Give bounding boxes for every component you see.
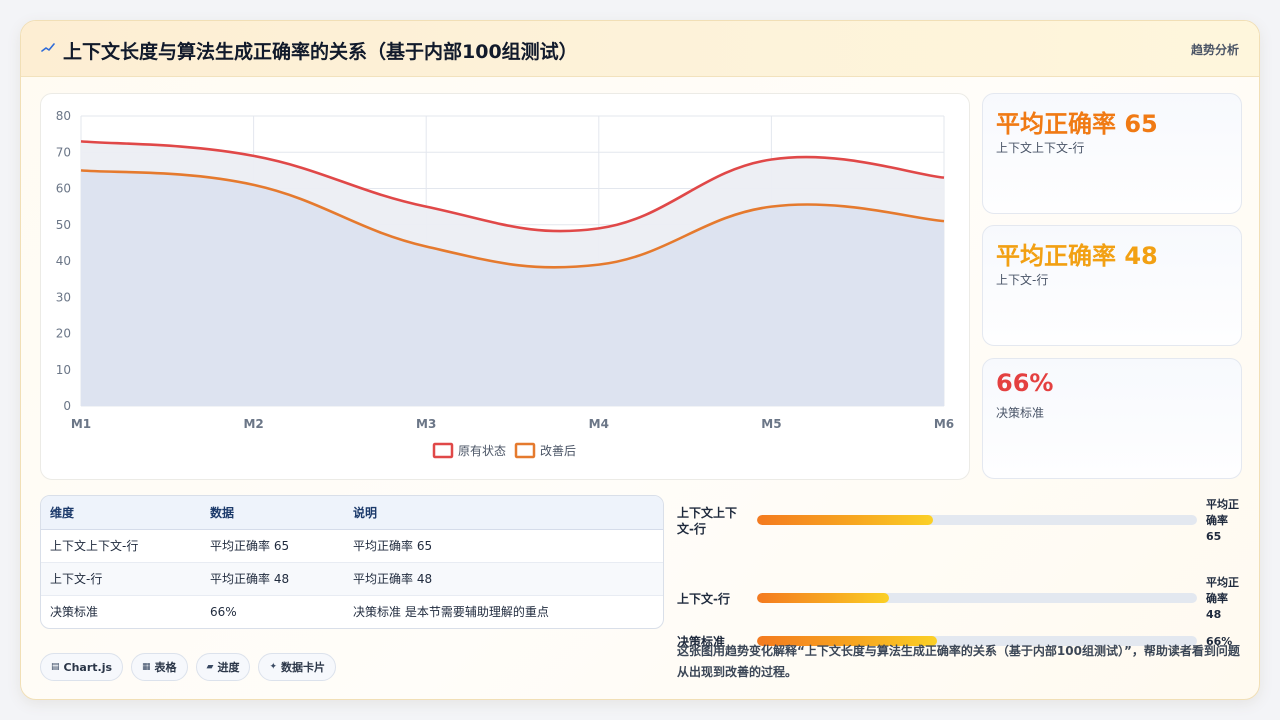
y-tick-label: 10	[56, 363, 71, 377]
trend-analysis-tag[interactable]: 趋势分析	[1191, 41, 1239, 58]
table-cell: 66%	[210, 604, 237, 619]
stat-card-1: 平均正确率 65 上下文上下文-行	[982, 93, 1242, 214]
x-tick-label: M3	[416, 417, 436, 431]
chip-data-card[interactable]: ✦ 数据卡片	[258, 653, 337, 681]
page-title: 上下文长度与算法生成正确率的关系（基于内部100组测试）	[63, 41, 578, 63]
data-table: 维度 数据 说明 上下文上下文-行 平均正确率 65 平均正确率 65 上下文-…	[41, 496, 663, 628]
chip-label: 表格	[154, 661, 177, 674]
progress-track	[757, 515, 1197, 525]
data-table-panel: 维度 数据 说明 上下文上下文-行 平均正确率 65 平均正确率 65 上下文-…	[40, 495, 664, 629]
legend-swatch-1	[432, 442, 454, 459]
table-cell: 平均正确率 48	[201, 562, 344, 596]
column-header-dimension: 维度	[41, 496, 201, 530]
stat-card-3: 66% 决策标准	[982, 358, 1242, 479]
table-row: 上下文-行 平均正确率 48 平均正确率 48	[41, 562, 663, 596]
column-header-description: 说明	[344, 496, 663, 530]
chip-label: 数据卡片	[281, 661, 326, 674]
trend-icon	[41, 43, 55, 52]
column-header-data: 数据	[201, 496, 344, 530]
table-cell: 上下文上下文-行	[41, 529, 201, 563]
legend-swatch-2	[514, 442, 536, 459]
table-icon: ▦	[142, 662, 151, 672]
progress-label: 上下文上下文-行	[677, 506, 738, 536]
progress-icon: ▰	[206, 662, 214, 672]
y-tick-label: 70	[56, 145, 71, 159]
table-cell: 决策标准 是本节需要辅助理解的重点	[353, 605, 549, 620]
progress-label: 上下文-行	[677, 592, 730, 606]
chip-progress[interactable]: ▰ 进度	[195, 653, 251, 681]
stat-card-2: 平均正确率 48 上下文-行	[982, 225, 1242, 346]
y-tick-label: 60	[56, 182, 71, 196]
progress-fill	[757, 593, 889, 603]
table-header-row: 维度 数据 说明	[41, 496, 663, 530]
legend-label-2: 改善后	[540, 443, 576, 458]
chip-table[interactable]: ▦ 表格	[131, 653, 188, 681]
y-tick-label: 40	[56, 254, 71, 268]
x-tick-label: M2	[243, 417, 263, 431]
stat-label-3: 决策标准	[996, 406, 1045, 420]
table-cell: 平均正确率 65	[344, 529, 663, 563]
progress-track	[757, 593, 1197, 603]
feature-chips: ▤ Chart.js ▦ 表格 ▰ 进度 ✦ 数据卡片	[40, 653, 337, 681]
table-cell: 决策标准	[50, 605, 99, 620]
x-tick-label: M6	[934, 417, 954, 431]
area-chart[interactable]: 0 10 20 30 40 50 60 70 80 M1 M2 M3 M4 M5 M6 原有状态 改善后	[41, 94, 971, 481]
progress-list: 上下文上下文-行 平均正确率 65 上下文-行 平均正确率 48 决策标准 66…	[677, 495, 1241, 649]
chart-icon: ▤	[51, 662, 60, 672]
progress-fill	[757, 515, 933, 525]
y-tick-label: 30	[56, 290, 71, 304]
y-tick-label: 20	[56, 327, 71, 341]
y-tick-label: 50	[56, 218, 71, 232]
x-tick-label: M4	[589, 417, 609, 431]
y-tick-label: 0	[63, 399, 71, 413]
stat-value-1: 平均正确率 65	[996, 110, 1158, 138]
table-cell: 上下文-行	[41, 562, 201, 596]
header-bar: 上下文长度与算法生成正确率的关系（基于内部100组测试） 趋势分析	[21, 21, 1259, 77]
x-tick-label: M1	[71, 417, 91, 431]
table-row: 决策标准 66% 决策标准 是本节需要辅助理解的重点	[41, 595, 663, 628]
dashboard-frame: 上下文长度与算法生成正确率的关系（基于内部100组测试） 趋势分析 0 10 20 3…	[20, 20, 1260, 700]
table-cell: 平均正确率 48	[344, 562, 663, 596]
stat-value-2: 平均正确率 48	[996, 242, 1158, 270]
stat-value-3: 66%	[996, 369, 1054, 397]
table-cell: 平均正确率 65	[201, 529, 344, 563]
x-tick-label: M5	[761, 417, 781, 431]
chart-caption: 这张图用趋势变化解释“上下文长度与算法生成正确率的关系（基于内部100组测试）”…	[677, 644, 1240, 679]
stat-label-1: 上下文上下文-行	[996, 141, 1085, 155]
chip-label: Chart.js	[63, 660, 113, 674]
chip-label: 进度	[217, 661, 240, 674]
legend-label-1: 原有状态	[458, 444, 506, 458]
stat-label-2: 上下文-行	[996, 273, 1049, 287]
progress-value: 平均正确率 65	[1206, 498, 1239, 543]
table-row: 上下文上下文-行 平均正确率 65 平均正确率 65	[41, 529, 663, 563]
chart-panel: 0 10 20 30 40 50 60 70 80 M1 M2 M3 M4 M5 M6 原有状态 改善后	[40, 93, 970, 480]
y-tick-label: 80	[56, 109, 71, 123]
sparkle-icon: ✦	[269, 662, 278, 672]
chip-chartjs[interactable]: ▤ Chart.js	[40, 653, 124, 681]
progress-value: 平均正确率 48	[1206, 576, 1239, 621]
